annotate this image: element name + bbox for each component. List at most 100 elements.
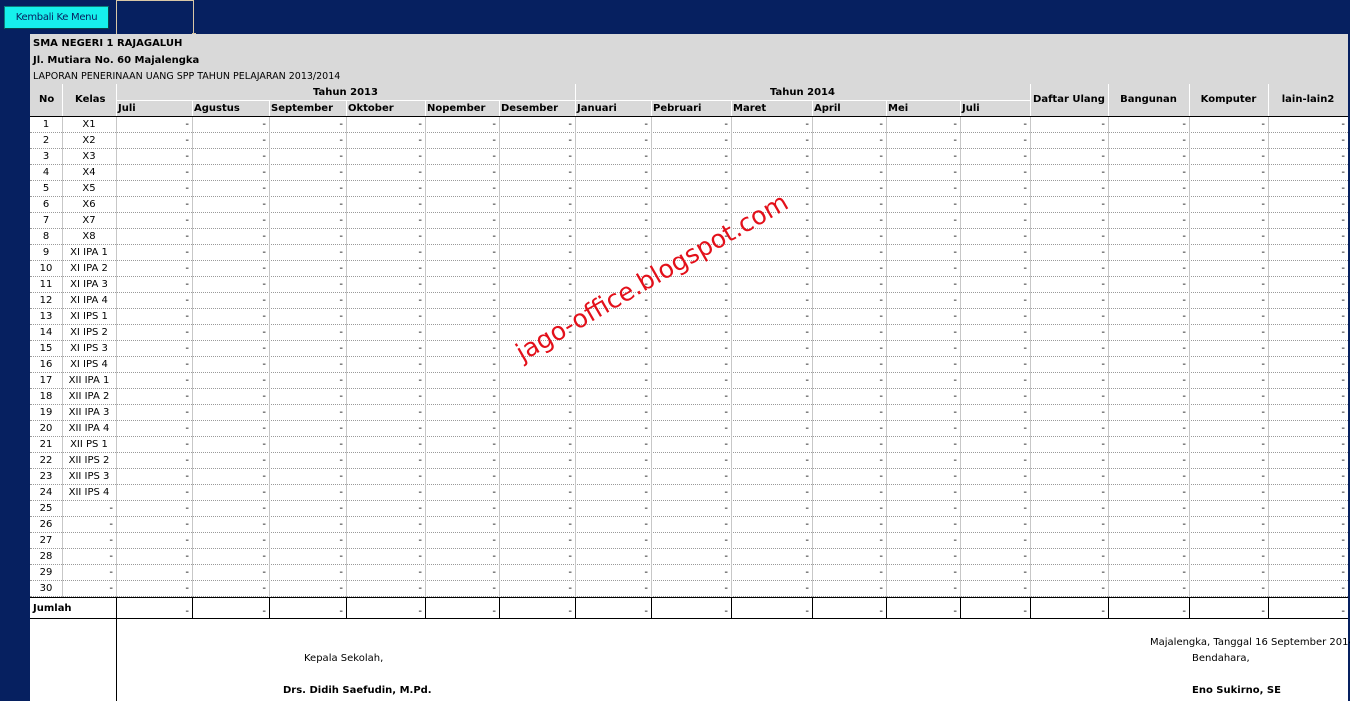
- value-cell[interactable]: -: [651, 325, 731, 341]
- value-cell[interactable]: -: [425, 261, 499, 277]
- value-cell[interactable]: -: [886, 405, 960, 421]
- row-kelas[interactable]: -: [62, 501, 116, 517]
- value-cell[interactable]: -: [192, 277, 269, 293]
- value-cell[interactable]: -: [886, 389, 960, 405]
- value-cell[interactable]: -: [575, 389, 651, 405]
- value-cell[interactable]: -: [269, 389, 346, 405]
- value-cell[interactable]: -: [731, 325, 812, 341]
- value-cell[interactable]: -: [425, 421, 499, 437]
- value-cell[interactable]: -: [116, 277, 192, 293]
- value-cell[interactable]: -: [812, 533, 886, 549]
- value-cell[interactable]: -: [1030, 453, 1108, 469]
- value-cell[interactable]: -: [425, 325, 499, 341]
- value-cell[interactable]: -: [1268, 533, 1348, 549]
- value-cell[interactable]: -: [575, 117, 651, 133]
- value-cell[interactable]: -: [116, 133, 192, 149]
- value-cell[interactable]: -: [425, 293, 499, 309]
- value-cell[interactable]: -: [425, 517, 499, 533]
- value-cell[interactable]: -: [575, 197, 651, 213]
- value-cell[interactable]: -: [1108, 517, 1189, 533]
- value-cell[interactable]: -: [192, 325, 269, 341]
- value-cell[interactable]: -: [1108, 165, 1189, 181]
- value-cell[interactable]: -: [499, 389, 575, 405]
- value-cell[interactable]: -: [499, 245, 575, 261]
- value-cell[interactable]: -: [731, 485, 812, 501]
- value-cell[interactable]: -: [116, 181, 192, 197]
- value-cell[interactable]: -: [1108, 581, 1189, 597]
- row-kelas[interactable]: XI IPA 1: [62, 245, 116, 261]
- value-cell[interactable]: -: [425, 357, 499, 373]
- value-cell[interactable]: -: [1268, 357, 1348, 373]
- value-cell[interactable]: -: [886, 293, 960, 309]
- value-cell[interactable]: -: [812, 165, 886, 181]
- value-cell[interactable]: -: [425, 341, 499, 357]
- value-cell[interactable]: -: [192, 117, 269, 133]
- value-cell[interactable]: -: [425, 581, 499, 597]
- value-cell[interactable]: -: [575, 373, 651, 389]
- value-cell[interactable]: -: [1030, 501, 1108, 517]
- value-cell[interactable]: -: [1108, 373, 1189, 389]
- value-cell[interactable]: -: [1108, 117, 1189, 133]
- value-cell[interactable]: -: [886, 485, 960, 501]
- value-cell[interactable]: -: [886, 197, 960, 213]
- value-cell[interactable]: -: [960, 517, 1030, 533]
- value-cell[interactable]: -: [116, 581, 192, 597]
- value-cell[interactable]: -: [1030, 581, 1108, 597]
- value-cell[interactable]: -: [269, 165, 346, 181]
- value-cell[interactable]: -: [812, 181, 886, 197]
- value-cell[interactable]: -: [269, 117, 346, 133]
- value-cell[interactable]: -: [812, 437, 886, 453]
- value-cell[interactable]: -: [960, 229, 1030, 245]
- row-kelas[interactable]: XI IPS 4: [62, 357, 116, 373]
- value-cell[interactable]: -: [886, 309, 960, 325]
- value-cell[interactable]: -: [1030, 293, 1108, 309]
- value-cell[interactable]: -: [575, 485, 651, 501]
- value-cell[interactable]: -: [499, 133, 575, 149]
- value-cell[interactable]: -: [886, 149, 960, 165]
- value-cell[interactable]: -: [346, 261, 425, 277]
- value-cell[interactable]: -: [499, 117, 575, 133]
- row-kelas[interactable]: X1: [62, 117, 116, 133]
- value-cell[interactable]: -: [1108, 181, 1189, 197]
- value-cell[interactable]: -: [192, 453, 269, 469]
- value-cell[interactable]: -: [116, 293, 192, 309]
- row-kelas[interactable]: XII IPA 2: [62, 389, 116, 405]
- value-cell[interactable]: -: [346, 341, 425, 357]
- value-cell[interactable]: -: [731, 293, 812, 309]
- value-cell[interactable]: -: [886, 213, 960, 229]
- value-cell[interactable]: -: [886, 165, 960, 181]
- value-cell[interactable]: -: [499, 293, 575, 309]
- value-cell[interactable]: -: [116, 469, 192, 485]
- value-cell[interactable]: -: [575, 245, 651, 261]
- value-cell[interactable]: -: [812, 485, 886, 501]
- value-cell[interactable]: -: [425, 373, 499, 389]
- value-cell[interactable]: -: [812, 565, 886, 581]
- value-cell[interactable]: -: [812, 581, 886, 597]
- value-cell[interactable]: -: [575, 357, 651, 373]
- row-kelas[interactable]: -: [62, 565, 116, 581]
- value-cell[interactable]: -: [116, 357, 192, 373]
- value-cell[interactable]: -: [651, 421, 731, 437]
- value-cell[interactable]: -: [1268, 581, 1348, 597]
- value-cell[interactable]: -: [1268, 485, 1348, 501]
- value-cell[interactable]: -: [192, 549, 269, 565]
- value-cell[interactable]: -: [1268, 325, 1348, 341]
- value-cell[interactable]: -: [499, 373, 575, 389]
- value-cell[interactable]: -: [651, 181, 731, 197]
- value-cell[interactable]: -: [269, 517, 346, 533]
- value-cell[interactable]: -: [192, 373, 269, 389]
- value-cell[interactable]: -: [425, 229, 499, 245]
- value-cell[interactable]: -: [1189, 325, 1268, 341]
- value-cell[interactable]: -: [269, 357, 346, 373]
- value-cell[interactable]: -: [960, 373, 1030, 389]
- value-cell[interactable]: -: [1030, 261, 1108, 277]
- value-cell[interactable]: -: [731, 453, 812, 469]
- value-cell[interactable]: -: [1189, 229, 1268, 245]
- value-cell[interactable]: -: [346, 149, 425, 165]
- value-cell[interactable]: -: [575, 501, 651, 517]
- value-cell[interactable]: -: [499, 213, 575, 229]
- row-kelas[interactable]: XII IPS 3: [62, 469, 116, 485]
- value-cell[interactable]: -: [425, 565, 499, 581]
- value-cell[interactable]: -: [116, 405, 192, 421]
- value-cell[interactable]: -: [346, 501, 425, 517]
